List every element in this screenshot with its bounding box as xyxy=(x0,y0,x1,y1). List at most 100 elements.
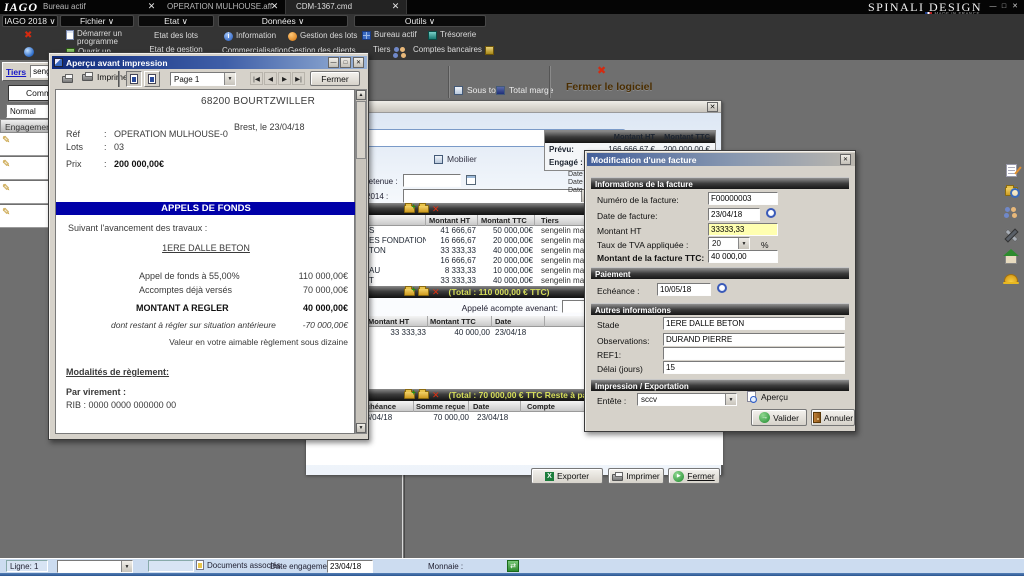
retenue-input[interactable] xyxy=(403,174,461,187)
page-select[interactable]: Page 1 xyxy=(170,72,236,86)
fermer-button[interactable]: Fermer xyxy=(668,468,720,484)
maximize-icon[interactable] xyxy=(340,57,351,68)
ttc-label: Montant de la facture TTC: xyxy=(597,253,704,263)
documents-associes-button[interactable]: Documents associés xyxy=(196,560,281,570)
menu-item-tiers[interactable]: Tiers xyxy=(373,46,407,58)
scroll-down-icon[interactable] xyxy=(356,423,366,433)
imprimer-button[interactable]: Imprimer xyxy=(82,72,131,82)
minimize-icon[interactable] xyxy=(328,57,339,68)
pencil-icon[interactable] xyxy=(2,183,10,194)
observations-input[interactable] xyxy=(663,333,845,346)
table-cell: 50 000,00€ xyxy=(478,226,535,236)
single-page-view-button[interactable] xyxy=(126,71,142,87)
tab-operation-mulhouse[interactable]: OPERATION MULHOUSE.aff xyxy=(167,2,272,11)
delete-icon[interactable] xyxy=(432,391,440,400)
add-icon[interactable] xyxy=(404,288,415,296)
tools-button[interactable] xyxy=(1002,225,1020,243)
mobilier-toggle[interactable]: Mobilier xyxy=(434,154,477,164)
tab-bureau-actif[interactable]: Bureau actif xyxy=(43,2,86,11)
menu-item-gestion-des-lots[interactable]: Gestion des lots xyxy=(288,32,357,41)
clock-icon[interactable] xyxy=(766,208,776,218)
previous-page-icon[interactable] xyxy=(264,72,277,85)
next-page-icon[interactable] xyxy=(278,72,291,85)
add-icon[interactable] xyxy=(404,391,415,399)
valider-button[interactable]: Valider xyxy=(751,409,807,426)
menu-item-comptes-bancaires[interactable]: Comptes bancaires xyxy=(413,46,494,55)
date-facture-input[interactable] xyxy=(708,208,760,221)
scrollbar-thumb[interactable] xyxy=(356,101,366,159)
currency-icon[interactable] xyxy=(507,560,519,572)
open-folder-icon[interactable] xyxy=(418,391,429,399)
menu-etat[interactable]: Etat ∨ xyxy=(138,15,214,27)
close-icon[interactable] xyxy=(1010,3,1020,12)
fermer-logiciel-label[interactable]: Fermer le logiciel xyxy=(566,81,652,93)
tiers-link[interactable]: Tiers xyxy=(6,67,26,77)
worksite-button[interactable] xyxy=(1002,269,1020,287)
last-page-icon[interactable] xyxy=(292,72,305,85)
menu-outils[interactable]: Outils ∨ xyxy=(354,15,486,27)
scroll-up-icon[interactable] xyxy=(356,90,366,100)
delai-input[interactable] xyxy=(663,361,845,374)
menu-item-information[interactable]: Information xyxy=(224,32,276,41)
total-marge-toggle[interactable]: Total marge xyxy=(496,85,553,95)
tab-cdm[interactable]: CDM-1367.cmd xyxy=(285,0,407,14)
close-app-x-icon[interactable] xyxy=(597,66,606,76)
echeance-input[interactable] xyxy=(657,283,711,296)
stade-input[interactable] xyxy=(663,317,845,330)
annuler-button[interactable]: Annuler xyxy=(811,409,855,426)
search-folder-button[interactable] xyxy=(1002,182,1020,200)
date-engagement-input[interactable] xyxy=(327,560,373,573)
menu-fichier[interactable]: Fichier ∨ xyxy=(60,15,134,27)
close-icon[interactable] xyxy=(840,154,851,165)
ref1-label: REF1: xyxy=(597,350,621,360)
menu-iago-2018[interactable]: IAGO 2018 ∨ xyxy=(2,15,58,27)
close-icon[interactable] xyxy=(707,102,718,112)
pencil-icon[interactable] xyxy=(2,135,10,146)
tva-select[interactable]: 20 xyxy=(708,237,750,250)
close-icon[interactable] xyxy=(390,1,401,12)
menu-item-tresorerie[interactable]: Trésorerie xyxy=(428,31,476,40)
exporter-button[interactable]: Exporter xyxy=(531,468,603,484)
open-folder-icon[interactable] xyxy=(418,288,429,296)
contacts-button[interactable] xyxy=(1002,203,1020,221)
multi-page-view-button[interactable] xyxy=(144,71,160,87)
menu-item-bureau-actif[interactable]: Bureau actif xyxy=(362,31,417,40)
table-cell: Somme reçue xyxy=(414,401,469,412)
delete-icon[interactable] xyxy=(432,288,440,297)
pencil-icon[interactable] xyxy=(2,159,10,170)
apercu-button[interactable]: Aperçu xyxy=(747,391,788,402)
pencil-icon[interactable] xyxy=(2,207,10,218)
vertical-scrollbar[interactable] xyxy=(355,89,367,434)
home-button[interactable] xyxy=(1002,247,1020,265)
menu-item-etat-des-lots[interactable]: Etat des lots xyxy=(138,32,214,40)
clock-icon[interactable] xyxy=(717,283,727,293)
imprimer-button[interactable]: Imprimer xyxy=(608,468,664,484)
calendar-icon[interactable] xyxy=(466,175,476,185)
menu-donnees[interactable]: Données ∨ xyxy=(218,15,348,27)
minimize-icon[interactable] xyxy=(988,3,998,12)
dialog-titlebar[interactable]: Modification d'une facture xyxy=(587,153,855,166)
preview-titlebar[interactable]: Aperçu avant impression xyxy=(52,56,367,69)
menu-item-globe[interactable] xyxy=(24,47,34,57)
montant-ht-input[interactable] xyxy=(708,223,778,236)
year-select[interactable] xyxy=(403,189,593,203)
doc-total-label: MONTANT A REGLER xyxy=(136,303,229,313)
printer-icon[interactable] xyxy=(62,76,73,83)
add-icon[interactable] xyxy=(404,205,415,213)
ttc-input[interactable] xyxy=(708,250,778,263)
notes-button[interactable] xyxy=(1002,161,1020,179)
open-folder-icon[interactable] xyxy=(418,205,429,213)
status-select[interactable] xyxy=(57,560,133,573)
fermer-preview-button[interactable]: Fermer xyxy=(310,71,360,86)
numero-input[interactable] xyxy=(708,192,778,205)
entete-select[interactable]: sccv xyxy=(637,393,737,406)
ref1-input[interactable] xyxy=(663,347,845,360)
delete-icon[interactable] xyxy=(432,205,440,214)
restore-icon[interactable] xyxy=(999,3,1009,12)
close-icon[interactable] xyxy=(146,1,157,12)
first-page-icon[interactable] xyxy=(250,72,263,85)
menu-item-demarrer-programme[interactable]: Démarrer un programme xyxy=(66,30,132,46)
close-icon[interactable] xyxy=(269,1,280,12)
menu-item-red-x[interactable] xyxy=(24,31,32,41)
close-icon[interactable] xyxy=(353,57,364,68)
